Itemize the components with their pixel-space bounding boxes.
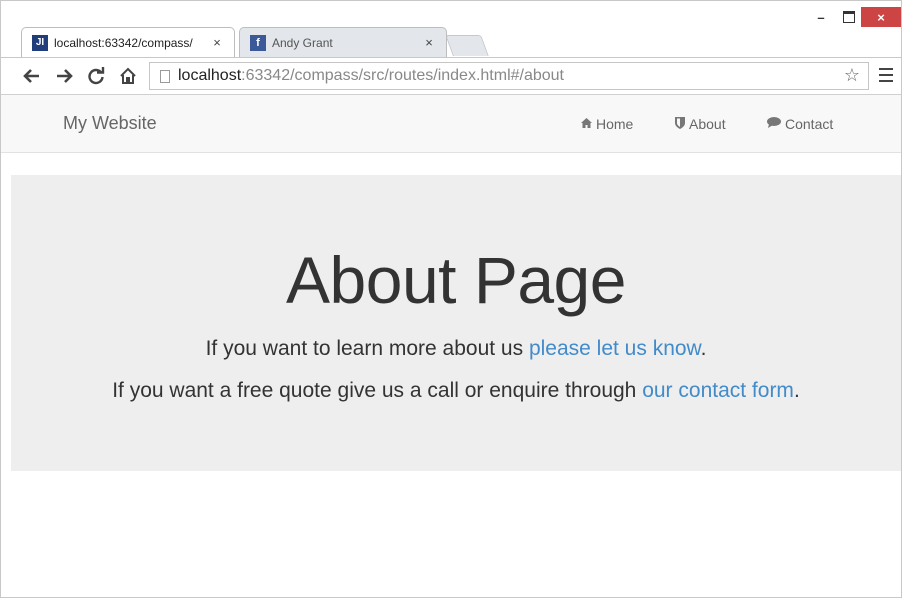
site-brand[interactable]: My Website	[63, 113, 157, 134]
nav-contact-label: Contact	[785, 116, 834, 132]
close-window-button[interactable]: ×	[861, 7, 901, 27]
facebook-icon: f	[250, 34, 266, 51]
nav-about[interactable]: About	[675, 116, 726, 132]
bookmark-star-icon[interactable]: ☆	[844, 65, 860, 86]
page-icon	[160, 69, 170, 83]
tab-strip: JI localhost:63342/compass/ × f Andy Gra…	[1, 1, 901, 57]
forward-button[interactable]	[53, 65, 75, 87]
browser-window: JI localhost:63342/compass/ × f Andy Gra…	[0, 0, 902, 598]
address-bar[interactable]: localhost:63342/compass/src/routes/index…	[149, 62, 869, 90]
maximize-button[interactable]	[835, 7, 863, 27]
comment-icon	[767, 117, 781, 131]
tab-andy-grant[interactable]: f Andy Grant ×	[239, 27, 447, 57]
site-navbar: My Website Home About Contact	[1, 95, 901, 153]
browser-toolbar: localhost:63342/compass/src/routes/index…	[1, 57, 901, 95]
arrow-left-icon	[23, 69, 39, 83]
maximize-icon	[843, 11, 855, 23]
back-button[interactable]	[21, 65, 43, 87]
contact-form-link[interactable]: our contact form	[642, 379, 794, 402]
arrow-right-icon	[57, 69, 73, 83]
nav-home-label: Home	[596, 116, 634, 132]
nav-home[interactable]: Home	[581, 116, 633, 132]
nav-about-label: About	[689, 116, 726, 132]
quote-line: If you want a free quote give us a call …	[112, 379, 800, 402]
url-text[interactable]: localhost:63342/compass/src/routes/index…	[178, 67, 564, 85]
new-tab-button[interactable]	[445, 35, 489, 56]
home-button[interactable]	[117, 65, 139, 87]
home-icon	[120, 67, 136, 84]
shield-icon	[675, 116, 685, 132]
jumbotron: About Page If you want to learn more abo…	[11, 175, 901, 471]
tab-localhost[interactable]: JI localhost:63342/compass/ ×	[21, 27, 235, 57]
reload-icon	[88, 67, 105, 85]
page-title: About Page	[286, 243, 626, 317]
close-tab-icon[interactable]: ×	[210, 35, 224, 50]
page-gutter	[1, 153, 11, 597]
reload-button[interactable]	[85, 65, 107, 87]
let-us-know-link[interactable]: please let us know	[529, 337, 701, 360]
close-tab-icon[interactable]: ×	[422, 35, 436, 50]
tab-title: Andy Grant	[272, 35, 333, 50]
menu-icon[interactable]	[879, 68, 893, 82]
minimize-button[interactable]: –	[807, 7, 835, 27]
tab-title: localhost:63342/compass/	[54, 35, 193, 50]
jetbrains-icon: JI	[32, 34, 48, 51]
home-icon	[581, 117, 592, 131]
intro-line: If you want to learn more about us pleas…	[205, 337, 707, 360]
nav-contact[interactable]: Contact	[767, 116, 833, 132]
